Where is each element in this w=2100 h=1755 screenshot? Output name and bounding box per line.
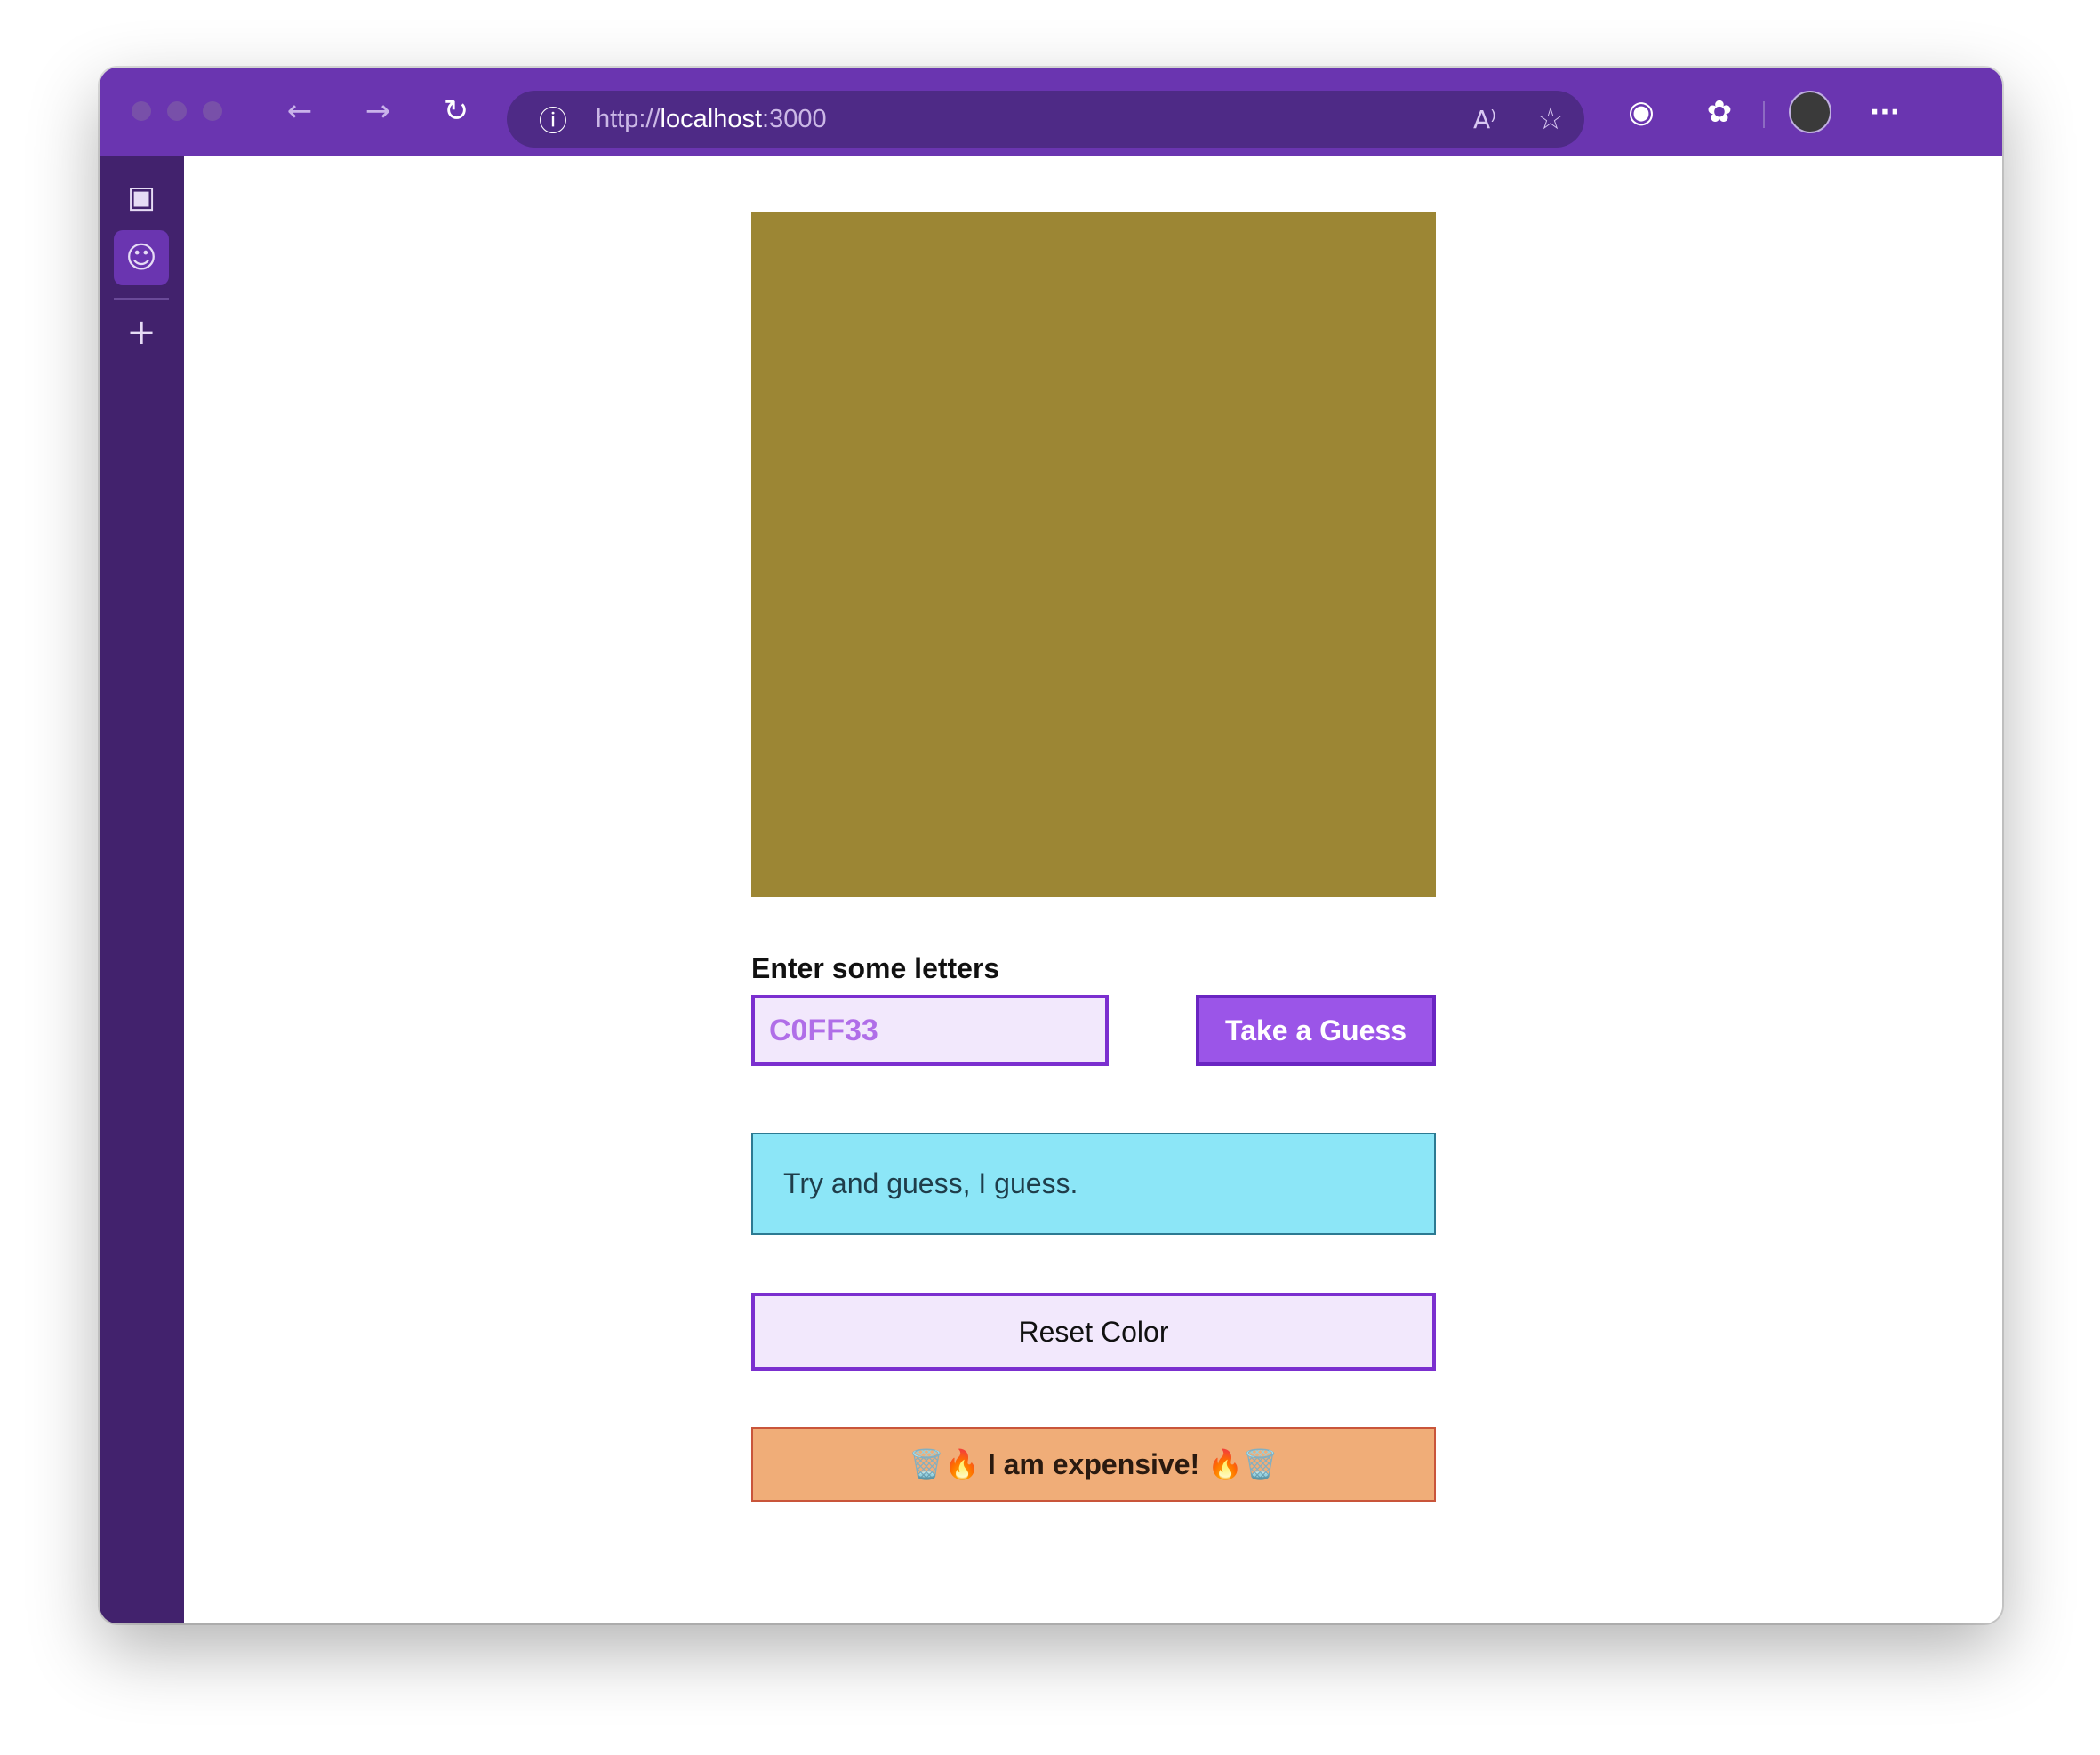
minimize-window-button[interactable]: [167, 101, 187, 121]
add-icon[interactable]: +: [114, 305, 169, 360]
profile-avatar[interactable]: [1789, 91, 1831, 133]
extensions-icon[interactable]: ✿: [1700, 92, 1739, 132]
ghost-app-icon[interactable]: ☺: [114, 230, 169, 285]
url-port: :3000: [762, 105, 827, 133]
forward-arrow-icon[interactable]: →: [357, 91, 398, 132]
sidebar-divider: [114, 298, 169, 300]
toolbar-divider: [1763, 101, 1765, 128]
color-swatch: [751, 212, 1436, 897]
url-scheme: http://: [596, 105, 661, 133]
input-label: Enter some letters: [751, 952, 1000, 984]
guess-input[interactable]: [751, 995, 1109, 1066]
status-message: Try and guess, I guess.: [751, 1133, 1436, 1235]
page-content: Enter some letters Take a Guess Try and …: [184, 156, 2002, 1623]
maximize-window-button[interactable]: [203, 101, 222, 121]
reset-color-button[interactable]: Reset Color: [751, 1293, 1436, 1371]
take-a-guess-button[interactable]: Take a Guess: [1196, 995, 1436, 1066]
reload-icon[interactable]: ↻: [436, 91, 477, 132]
expensive-button[interactable]: 🗑️🔥 I am expensive! 🔥🗑️: [751, 1427, 1436, 1502]
url-host: localhost: [660, 105, 763, 133]
password-manager-icon[interactable]: ◉: [1622, 92, 1661, 132]
browser-window: ← → ↻ ⓘ http://localhost:3000 A⁾ ☆ ◉ ✿ ·…: [100, 68, 2002, 1623]
browser-toolbar: ← → ↻ ⓘ http://localhost:3000 A⁾ ☆ ◉ ✿ ·…: [100, 68, 2002, 156]
sidebar: ▣ ☺ +: [100, 156, 184, 1623]
read-aloud-icon[interactable]: A⁾: [1465, 100, 1504, 139]
add-favorite-icon[interactable]: ☆: [1531, 100, 1570, 139]
more-options-icon[interactable]: ···: [1864, 92, 1906, 132]
tab-actions-icon[interactable]: ▣: [114, 170, 169, 225]
url-text[interactable]: http://localhost:3000: [596, 91, 827, 148]
close-window-button[interactable]: [132, 101, 151, 121]
back-arrow-icon[interactable]: ←: [279, 91, 320, 132]
site-info-icon[interactable]: ⓘ: [533, 100, 573, 139]
address-bar[interactable]: ⓘ http://localhost:3000 A⁾ ☆: [507, 91, 1584, 148]
